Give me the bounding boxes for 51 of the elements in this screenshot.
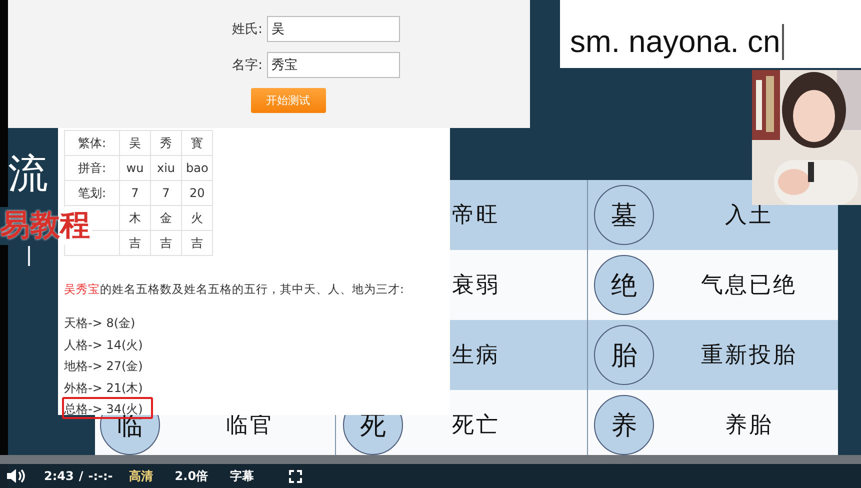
circled-character: 养 [594,395,654,455]
slide-heading: 流 [8,150,48,199]
stage-text: 气息已绝 [701,272,797,300]
grid-result: 天格-> 8(金) [63,315,136,332]
stage-text: 养胎 [725,412,773,440]
table-cell: 寳 [182,130,213,156]
summary-text: 吴秀宝的姓名五格数及姓名五格的五行，其中天、人、地为三才: [64,282,405,297]
table-cell: 繁体: [64,130,120,156]
grid-result: 人格-> 14(火) [63,336,144,354]
stage-text: 入土 [725,202,773,230]
table-cell: 7 [120,180,150,206]
current-time: 2:43 [44,469,74,483]
stage-text: 帝旺 [452,202,500,230]
table-cell: 金 [150,206,182,230]
table-cell: bao [182,156,213,180]
table-cell: 吉 [150,230,182,256]
table-cell: 秀 [150,130,182,156]
table-cell: 7 [150,180,182,206]
input-field[interactable]: 秀宝 [266,52,400,78]
table-cell: wu [120,156,150,180]
table-cell: 吉 [120,230,150,256]
grid-result: 外格-> 21(木) [63,380,144,396]
subtitles-button[interactable]: 字幕 [230,468,254,484]
table-cell: 木 [120,206,150,230]
volume-icon[interactable] [6,467,26,485]
stage-text: 死亡 [452,412,500,440]
banner-text: sm. nayona. cn [570,24,784,60]
table-cell: xiu [150,156,182,180]
stage-text: 重新投胎 [701,342,797,370]
quality-button[interactable]: 高清 [128,468,153,484]
grid-result: 地格-> 27(金) [63,358,144,375]
field-label: 姓氏: [231,21,262,38]
table-cell: 火 [182,206,213,230]
speed-button[interactable]: 2.0倍 [174,468,208,484]
circled-character: 绝 [594,255,654,315]
table-cell: 20 [182,180,213,206]
circled-character: 墓 [594,185,654,245]
time-separator: / [78,469,84,483]
fullscreen-icon[interactable] [289,470,302,482]
slide-mark [28,246,30,266]
stage-text: 临官 [226,412,274,440]
table-cell: 吉 [182,230,213,256]
table-cell: 吴 [120,130,150,156]
field-label: 名字: [231,57,262,74]
table-cell: 笔划: [64,180,120,206]
circled-character: 胎 [594,325,654,385]
table-cell: 拼音: [64,156,120,180]
duration: -:-:- [88,469,113,483]
stage-text: 衰弱 [452,272,500,300]
input-field[interactable]: 吴 [266,16,400,42]
stage-text: 生病 [452,342,500,370]
